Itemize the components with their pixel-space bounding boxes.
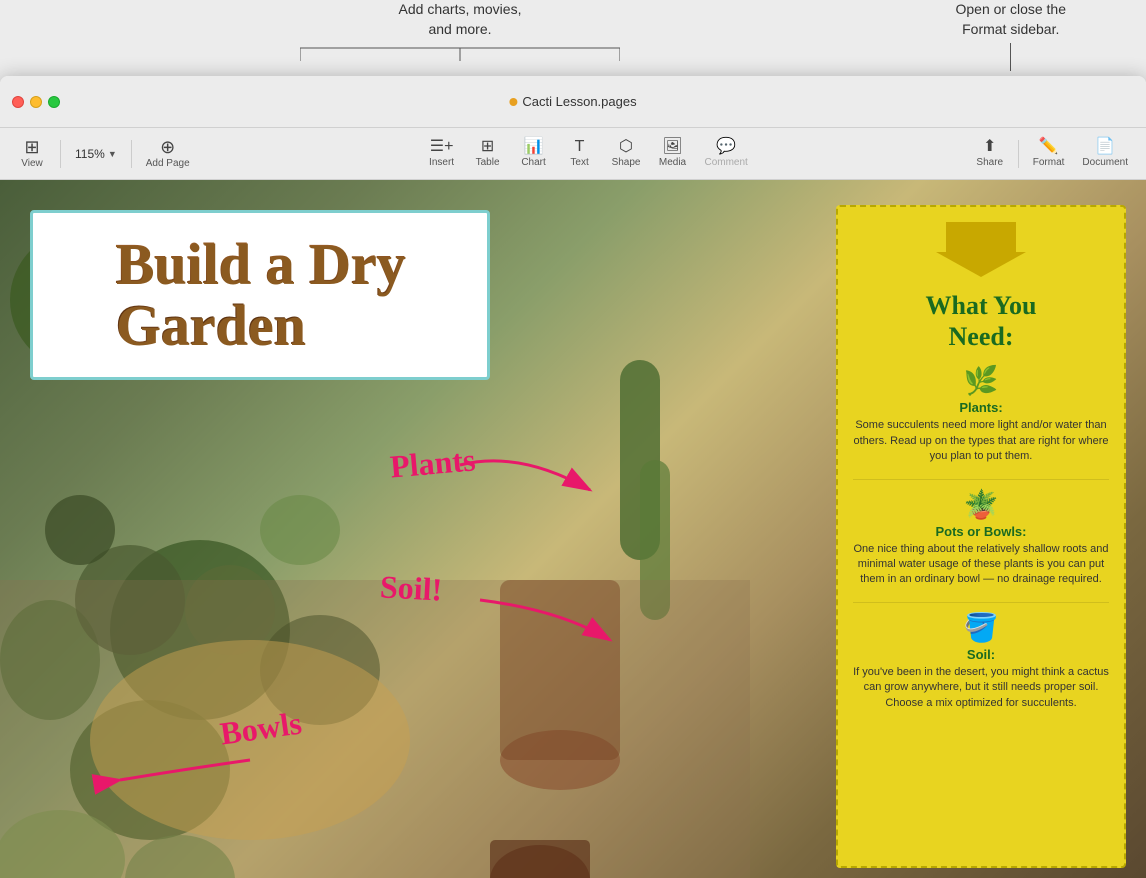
info-panel-title: What YouNeed: — [853, 290, 1109, 352]
document-icon: 📄 — [1095, 139, 1115, 155]
toolbar-separator-3 — [1018, 140, 1019, 168]
text-label: Text — [570, 157, 588, 168]
document-label: Document — [1082, 157, 1128, 168]
add-page-label: Add Page — [146, 158, 190, 169]
hw-soil-label: Soil! — [379, 568, 443, 608]
share-icon: ⬆ — [983, 139, 996, 155]
table-icon: ⊞ — [481, 139, 494, 155]
info-section-pots: 🪴 Pots or Bowls: One nice thing about th… — [853, 488, 1109, 588]
toolbar: ⊞ View 115% ▼ ⊕ Add Page ☰+ Insert ⊞ Tab… — [0, 128, 1146, 180]
hw-soil-text: Soil! — [379, 568, 443, 607]
annotation-left: Add charts, movies,and more. — [300, 0, 620, 63]
chart-label: Chart — [521, 157, 545, 168]
zoom-value: 115% — [75, 147, 105, 161]
comment-label: Comment — [704, 157, 747, 168]
comment-icon: 💬 — [716, 139, 736, 155]
hw-plants-label: Plants — [389, 441, 477, 485]
annotation-right-line — [1010, 43, 1011, 71]
format-icon: ✏️ — [1039, 139, 1059, 155]
format-label: Format — [1033, 157, 1065, 168]
shape-button[interactable]: ⬡ Shape — [604, 135, 649, 172]
annotation-right: Open or close theFormat sidebar. — [955, 0, 1066, 71]
info-divider-2 — [853, 602, 1109, 603]
text-icon: T — [575, 139, 585, 155]
down-arrow-svg — [936, 222, 1026, 277]
title-textbox[interactable]: Build a DryGarden — [30, 210, 490, 380]
toolbar-center: ☰+ Insert ⊞ Table 📊 Chart T Text ⬡ Shape… — [208, 135, 968, 172]
chart-button[interactable]: 📊 Chart — [512, 135, 556, 172]
zoom-chevron-icon: ▼ — [108, 149, 117, 159]
info-arrow-down — [853, 222, 1109, 282]
window-title: Cacti Lesson.pages — [509, 94, 636, 109]
info-panel: What YouNeed: 🌿 Plants: Some succulents … — [836, 205, 1126, 868]
media-button[interactable]: 🖼 Media — [650, 135, 694, 172]
titlebar: Cacti Lesson.pages — [0, 76, 1146, 128]
traffic-lights — [0, 96, 60, 108]
document-area[interactable]: Build a DryGarden Plants Soil! Bowls — [0, 180, 1146, 878]
annotation-left-text: Add charts, movies,and more. — [399, 1, 522, 37]
plants-title: Plants: — [853, 400, 1109, 415]
share-label: Share — [976, 157, 1003, 168]
view-button[interactable]: ⊞ View — [10, 134, 54, 173]
pots-text: One nice thing about the relatively shal… — [853, 542, 1109, 588]
chart-icon: 📊 — [524, 139, 544, 155]
insert-button[interactable]: ☰+ Insert — [420, 135, 464, 172]
title-text: Build a DryGarden — [115, 234, 405, 356]
document-button[interactable]: 📄 Document — [1074, 135, 1136, 172]
toolbar-right: ⬆ Share ✏️ Format 📄 Document — [968, 135, 1136, 172]
minimize-button[interactable] — [30, 96, 42, 108]
insert-label: Insert — [429, 157, 454, 168]
shape-icon: ⬡ — [619, 139, 633, 155]
text-button[interactable]: T Text — [558, 135, 602, 172]
shape-label: Shape — [612, 157, 641, 168]
toolbar-separator-2 — [131, 140, 132, 168]
media-label: Media — [659, 157, 686, 168]
info-divider-1 — [853, 479, 1109, 480]
insert-icon: ☰+ — [430, 139, 454, 155]
share-button[interactable]: ⬆ Share — [968, 135, 1012, 172]
app-window: Cacti Lesson.pages ⊞ View 115% ▼ ⊕ Add P… — [0, 76, 1146, 878]
bracket-line-svg — [300, 43, 620, 63]
plants-icon: 🌿 — [853, 364, 1109, 397]
soil-text: If you've been in the desert, you might … — [853, 665, 1109, 711]
media-icon: 🖼 — [662, 139, 682, 155]
soil-icon: 🪣 — [853, 611, 1109, 644]
annotation-area: Add charts, movies,and more. Open or clo… — [0, 0, 1146, 76]
title-dot — [509, 98, 517, 106]
pots-title: Pots or Bowls: — [853, 524, 1109, 539]
zoom-button[interactable]: 115% ▼ — [67, 143, 125, 165]
table-label: Table — [476, 157, 500, 168]
annotation-right-text: Open or close theFormat sidebar. — [955, 1, 1066, 37]
close-button[interactable] — [12, 96, 24, 108]
info-section-soil: 🪣 Soil: If you've been in the desert, yo… — [853, 611, 1109, 711]
table-button[interactable]: ⊞ Table — [466, 135, 510, 172]
format-button[interactable]: ✏️ Format — [1025, 135, 1073, 172]
pots-icon: 🪴 — [853, 488, 1109, 521]
info-section-plants: 🌿 Plants: Some succulents need more ligh… — [853, 364, 1109, 464]
plants-text: Some succulents need more light and/or w… — [853, 418, 1109, 464]
toolbar-separator-1 — [60, 140, 61, 168]
view-icon: ⊞ — [24, 138, 39, 156]
add-page-icon: ⊕ — [160, 138, 175, 156]
view-label: View — [21, 158, 43, 169]
add-page-button[interactable]: ⊕ Add Page — [138, 134, 198, 173]
window-title-text: Cacti Lesson.pages — [522, 94, 636, 109]
toolbar-left: ⊞ View 115% ▼ ⊕ Add Page — [10, 134, 198, 173]
hw-plants-text: Plants — [389, 441, 477, 484]
comment-button[interactable]: 💬 Comment — [696, 135, 755, 172]
maximize-button[interactable] — [48, 96, 60, 108]
soil-title: Soil: — [853, 647, 1109, 662]
